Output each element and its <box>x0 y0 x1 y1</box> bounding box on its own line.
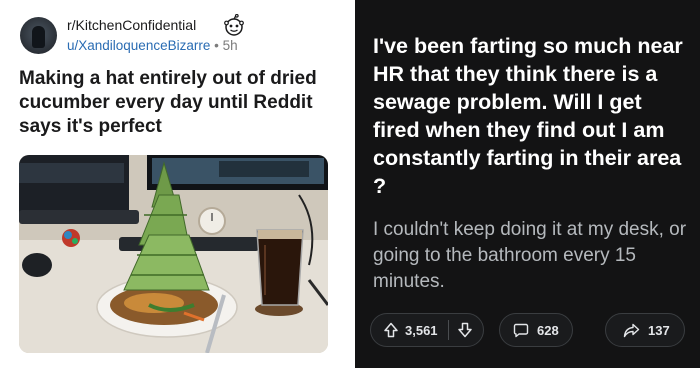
share-icon <box>623 323 640 337</box>
post-image-drawing <box>19 155 328 353</box>
share-button[interactable]: 137 <box>605 313 685 347</box>
post-title[interactable]: Making a hat entirely out of dried cucum… <box>19 67 339 139</box>
user-avatar[interactable] <box>20 17 57 54</box>
vote-count: 3,561 <box>405 322 438 338</box>
post-title[interactable]: I've been farting so much near HR that t… <box>373 32 691 200</box>
comments-button[interactable]: 628 <box>499 313 573 347</box>
snoo-icon <box>224 14 244 36</box>
comment-count: 628 <box>537 322 559 338</box>
username[interactable]: u/XandiloquenceBizarre <box>67 38 210 53</box>
left-post-card: r/KitchenConfidential u/XandiloquenceBiz… <box>0 0 350 368</box>
post-body: I couldn't keep doing it at my desk, or … <box>373 219 687 292</box>
vote-divider <box>447 320 449 340</box>
vote-bar: 3,561 <box>370 313 484 347</box>
post-meta: u/XandiloquenceBizarre • 5h <box>67 38 238 53</box>
comment-icon <box>513 323 529 338</box>
share-count: 137 <box>648 322 670 338</box>
right-post-card: I've been farting so much near HR that t… <box>355 0 700 368</box>
meta-separator: • <box>214 38 219 53</box>
post-age: 5h <box>222 38 238 53</box>
subreddit-name[interactable]: r/KitchenConfidential <box>67 17 196 33</box>
downvote-icon[interactable] <box>457 322 473 338</box>
post-image[interactable] <box>19 155 328 353</box>
upvote-icon[interactable] <box>383 322 399 338</box>
